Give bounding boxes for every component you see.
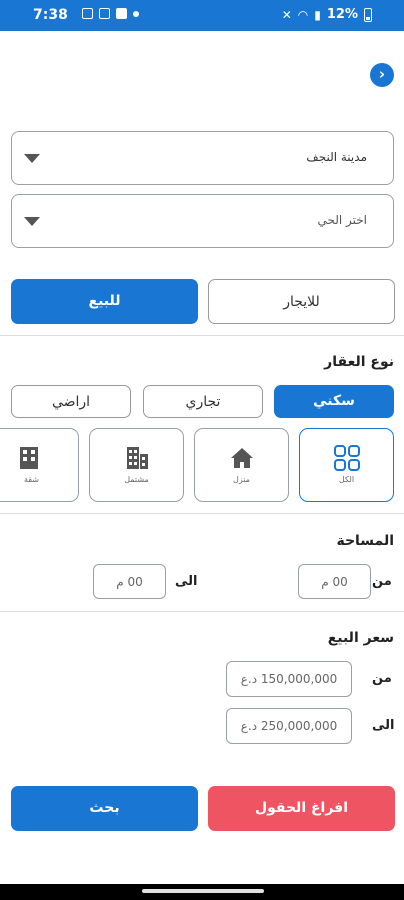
divider — [0, 611, 404, 612]
category-residential[interactable]: سكني — [274, 385, 394, 418]
district-placeholder: اختر الحي — [317, 213, 367, 227]
tab-rent[interactable]: للايجار — [208, 279, 395, 324]
type-card-apartment[interactable]: شقة — [0, 428, 79, 502]
property-type-title: نوع العقار — [324, 354, 394, 370]
screenshot-icon — [99, 8, 110, 19]
gallery-icon — [82, 8, 93, 19]
battery-icon — [364, 7, 372, 22]
status-time: 7:38 — [33, 7, 68, 23]
system-icons: ✕ ◠ ▮ 12% — [282, 7, 372, 22]
city-dropdown[interactable]: مدينة النجف — [11, 131, 394, 185]
building-icon — [90, 445, 183, 471]
price-to-input[interactable]: 250,000,000 د.ع — [226, 708, 352, 744]
type-card-house[interactable]: منزل — [194, 428, 289, 502]
youtube-icon — [116, 8, 127, 19]
area-from-label: من — [372, 574, 392, 589]
category-commercial[interactable]: تجاري — [143, 385, 263, 418]
type-card-label: منزل — [233, 475, 250, 484]
area-title: المساحة — [336, 533, 394, 549]
apartment-icon — [0, 445, 78, 471]
navigation-bar — [0, 884, 404, 900]
price-to-label: الى — [372, 718, 395, 733]
price-from-label: من — [372, 671, 392, 686]
dropdown-arrow-icon — [24, 154, 40, 163]
back-button[interactable]: › — [370, 63, 394, 87]
type-card-label: مشتمل — [124, 475, 149, 484]
district-dropdown[interactable]: اختر الحي — [11, 194, 394, 248]
type-card-annex[interactable]: مشتمل — [89, 428, 184, 502]
house-icon — [195, 445, 288, 471]
grid-icon — [300, 445, 393, 471]
notification-icons — [82, 8, 139, 19]
chevron-right-icon: › — [378, 65, 386, 83]
city-selected-value: مدينة النجف — [306, 150, 367, 164]
battery-percent: 12% — [326, 7, 358, 22]
signal-icon: ▮ — [314, 7, 321, 22]
price-title: سعر البيع — [327, 630, 394, 646]
dropdown-arrow-icon — [24, 217, 40, 226]
area-to-label: الى — [175, 574, 198, 589]
price-from-input[interactable]: 150,000,000 د.ع — [226, 661, 352, 697]
home-handle[interactable] — [142, 889, 264, 893]
dot-icon — [133, 10, 139, 17]
wifi-icon: ◠ — [297, 7, 309, 22]
type-card-all[interactable]: الكل — [299, 428, 394, 502]
status-bar: 7:38 ✕ ◠ ▮ 12% — [0, 0, 404, 31]
area-to-input[interactable]: 00 م — [93, 564, 166, 599]
type-card-label: شقة — [23, 475, 39, 484]
clear-fields-button[interactable]: افراغ الحقول — [208, 786, 395, 831]
area-from-input[interactable]: 00 م — [298, 564, 371, 599]
type-card-label: الكل — [338, 475, 355, 484]
search-button[interactable]: بحث — [11, 786, 198, 831]
divider — [0, 513, 404, 514]
category-land[interactable]: اراضي — [11, 385, 131, 418]
mute-icon: ✕ — [281, 7, 292, 22]
tab-sale[interactable]: للبيع — [11, 279, 198, 324]
divider — [0, 335, 404, 336]
